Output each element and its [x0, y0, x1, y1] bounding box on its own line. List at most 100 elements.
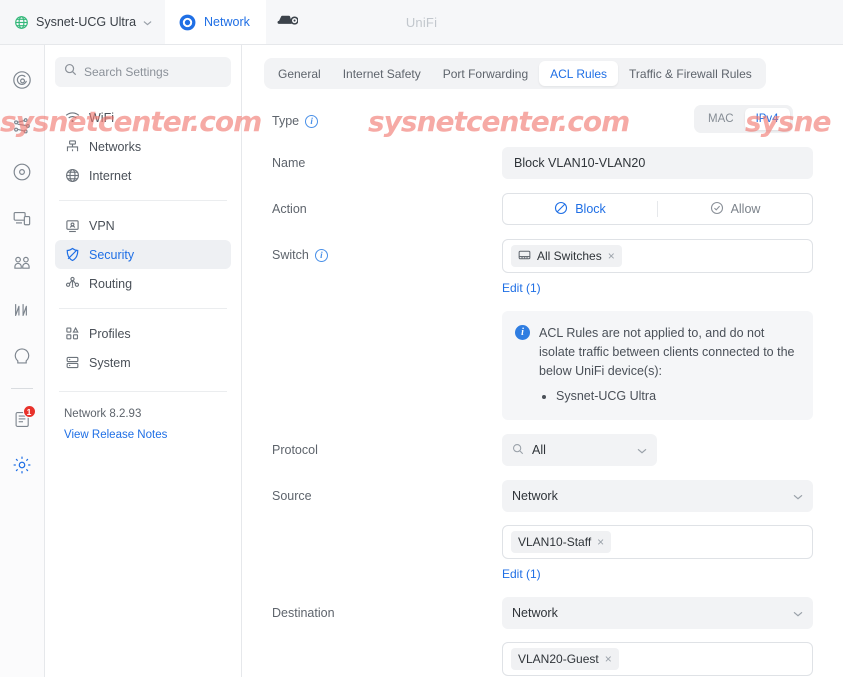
vpn-icon — [64, 218, 80, 234]
form-row-destination: Destination Network VLAN20-Guest × — [272, 597, 813, 677]
action-option-block[interactable]: Block — [503, 194, 657, 224]
protocol-label: Protocol — [272, 443, 318, 457]
source-type-value: Network — [512, 489, 558, 503]
protocol-value: All — [532, 443, 546, 457]
form-row-source: Source Network VLAN10-Staff × Edit (1) — [272, 480, 813, 583]
app-body: 1 Search Settings WiFi Networks Internet… — [0, 45, 843, 677]
info-icon[interactable]: i — [314, 248, 328, 262]
routing-icon — [64, 276, 80, 292]
type-label-wrap: Type i — [272, 105, 502, 128]
protocol-control: All — [502, 434, 813, 466]
devices-console-button[interactable] — [266, 0, 310, 44]
security-shield-icon — [64, 247, 80, 263]
type-option-ipv4[interactable]: IPv4 — [744, 108, 790, 130]
switch-token-field[interactable]: All Switches × — [502, 239, 813, 273]
callout-body: ACL Rules are not applied to, and do not… — [539, 324, 799, 406]
rail-item-settings[interactable] — [0, 442, 45, 488]
search-placeholder: Search Settings — [84, 65, 169, 79]
sidebar-item-system[interactable]: System — [55, 348, 231, 377]
sidebar-item-label: VPN — [89, 218, 115, 233]
source-edit-link[interactable]: Edit (1) — [502, 567, 541, 581]
source-token-field[interactable]: VLAN10-Staff × — [502, 525, 813, 559]
site-selector[interactable]: Sysnet-UCG Ultra — [0, 0, 165, 44]
tab-port-forwarding[interactable]: Port Forwarding — [432, 61, 539, 86]
nav-group-1: WiFi Networks Internet — [55, 99, 231, 194]
type-option-mac[interactable]: MAC — [697, 108, 745, 130]
dashboard-icon — [12, 70, 32, 90]
nav-group-2: VPN Security Routing — [55, 207, 231, 302]
search-icon — [64, 63, 77, 81]
token-label: All Switches — [537, 249, 602, 263]
destination-type-value: Network — [512, 606, 558, 620]
destination-label-wrap: Destination — [272, 597, 502, 620]
token-remove-icon[interactable]: × — [605, 653, 612, 665]
sidebar-item-label: System — [89, 355, 131, 370]
app-tab-network[interactable]: Network — [165, 0, 266, 44]
token-source-network: VLAN10-Staff × — [511, 531, 612, 553]
action-label: Action — [272, 202, 307, 216]
profiles-icon — [64, 326, 80, 342]
internet-globe-icon — [64, 168, 80, 184]
source-type-select[interactable]: Network — [502, 480, 813, 512]
protocol-select[interactable]: All — [502, 434, 657, 466]
sidebar-item-vpn[interactable]: VPN — [55, 211, 231, 240]
sidebar-item-internet[interactable]: Internet — [55, 161, 231, 190]
token-all-switches: All Switches × — [511, 245, 622, 267]
name-input[interactable]: Block VLAN10-VLAN20 — [502, 147, 813, 179]
sidebar-item-routing[interactable]: Routing — [55, 269, 231, 298]
switch-label: Switch — [272, 248, 309, 262]
allow-check-circle-icon — [710, 201, 724, 218]
tab-acl-rules[interactable]: ACL Rules — [539, 61, 619, 86]
search-settings-input[interactable]: Search Settings — [55, 57, 231, 87]
tabbar-wrapper: General Internet Safety Port Forwarding … — [242, 45, 843, 89]
logs-badge: 1 — [22, 405, 36, 418]
token-remove-icon[interactable]: × — [608, 250, 615, 262]
devices-icon — [12, 162, 32, 182]
destination-type-select[interactable]: Network — [502, 597, 813, 629]
sidebar-item-label: WiFi — [89, 110, 114, 125]
rail-item-hotspot[interactable] — [0, 333, 45, 379]
protocol-label-wrap: Protocol — [272, 434, 502, 457]
unifi-logo-icon — [179, 14, 196, 31]
system-icon — [64, 355, 80, 371]
token-remove-icon[interactable]: × — [597, 536, 604, 548]
sidebar-item-profiles[interactable]: Profiles — [55, 319, 231, 348]
tab-internet-safety[interactable]: Internet Safety — [332, 61, 432, 86]
form-row-name: Name Block VLAN10-VLAN20 — [272, 147, 813, 179]
rail-item-dashboard[interactable] — [0, 57, 45, 103]
rail-item-client-devices[interactable] — [0, 195, 45, 241]
acl-rule-form: Type i MAC IPv4 Name Block VLAN10-VLAN20… — [242, 89, 843, 677]
wifi-icon — [64, 110, 80, 126]
callout-text: ACL Rules are not applied to, and do not… — [539, 326, 795, 378]
security-tabs: General Internet Safety Port Forwarding … — [264, 58, 766, 89]
block-circle-slash-icon — [554, 201, 568, 218]
sidebar-item-security[interactable]: Security — [55, 240, 231, 269]
action-option-label: Block — [575, 202, 606, 216]
action-option-allow[interactable]: Allow — [658, 194, 812, 224]
sidebar-item-label: Security — [89, 247, 135, 262]
switch-label-wrap: Switch i — [272, 239, 502, 262]
tab-traffic-firewall-rules[interactable]: Traffic & Firewall Rules — [618, 61, 763, 86]
view-release-notes-link[interactable]: View Release Notes — [64, 429, 222, 441]
destination-token-field[interactable]: VLAN20-Guest × — [502, 642, 813, 676]
acl-info-callout: i ACL Rules are not applied to, and do n… — [502, 311, 813, 420]
switch-edit-link[interactable]: Edit (1) — [502, 281, 541, 295]
rail-item-clients[interactable] — [0, 241, 45, 287]
action-label-wrap: Action — [272, 193, 502, 216]
rail-item-topology[interactable] — [0, 103, 45, 149]
rail-item-logs[interactable]: 1 — [0, 396, 45, 442]
action-option-label: Allow — [730, 202, 761, 216]
topology-icon — [12, 116, 32, 136]
callout-device-list: Sysnet-UCG Ultra — [556, 387, 799, 406]
callout-control: i ACL Rules are not applied to, and do n… — [502, 311, 813, 420]
devices-console-icon — [277, 12, 300, 32]
rail-item-devices[interactable] — [0, 149, 45, 195]
name-control: Block VLAN10-VLAN20 — [502, 147, 813, 179]
tab-general[interactable]: General — [267, 61, 332, 86]
info-icon[interactable]: i — [305, 114, 319, 128]
sidebar-item-wifi[interactable]: WiFi — [55, 103, 231, 132]
sidebar-item-networks[interactable]: Networks — [55, 132, 231, 161]
rail-item-insights[interactable] — [0, 287, 45, 333]
switch-control: All Switches × Edit (1) — [502, 239, 813, 297]
info-icon: i — [515, 325, 530, 340]
